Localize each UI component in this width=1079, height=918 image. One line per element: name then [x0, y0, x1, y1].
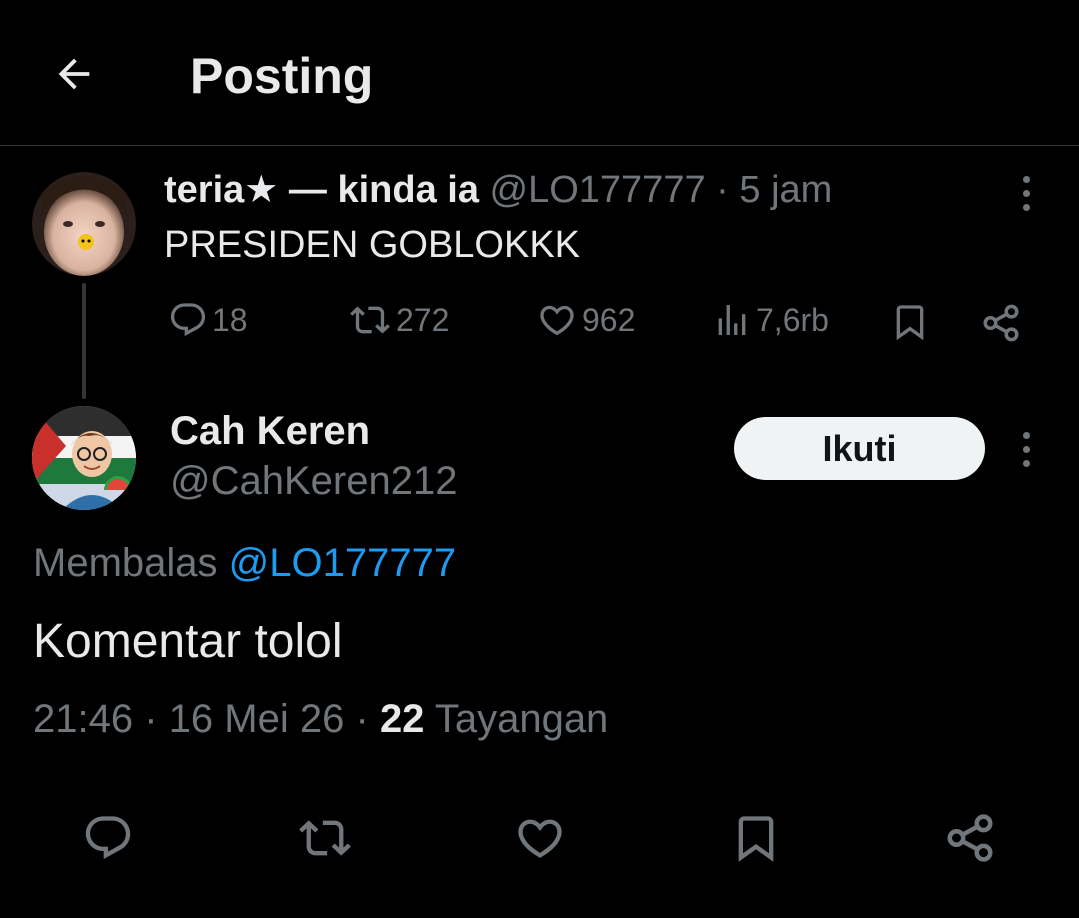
reply-post-meta: 21:46 · 16 Mei 26 · 22 Tayangan [33, 694, 608, 744]
parent-views-button[interactable]: 7,6rb [712, 300, 829, 340]
parent-timestamp[interactable]: 5 jam [739, 169, 832, 211]
top-bar: Posting [0, 0, 1079, 146]
heart-icon [518, 819, 562, 858]
more-icon [1022, 175, 1030, 183]
reply-post-text: Komentar tolol [33, 615, 343, 668]
follow-button[interactable]: Ikuti [734, 417, 985, 480]
bookmark-icon [896, 305, 924, 341]
reply-time[interactable]: 21:46 [33, 697, 133, 741]
reply-share-button[interactable] [942, 810, 998, 866]
avatar-photo [32, 172, 136, 276]
avatar-illustration [32, 406, 136, 510]
parent-avatar[interactable] [32, 172, 136, 276]
repost-icon [299, 820, 351, 856]
parent-like-button[interactable]: 962 [536, 300, 635, 340]
reply-views-label[interactable]: Tayangan [435, 697, 608, 741]
repost-count: 272 [396, 301, 450, 338]
parent-display-name[interactable]: teria★ — kinda ia [164, 169, 479, 211]
back-button[interactable] [46, 46, 102, 102]
parent-reply-button[interactable]: 18 [168, 300, 248, 340]
bookmark-icon [738, 816, 774, 862]
reply-display-name[interactable]: Cah Keren [170, 406, 370, 456]
reply-views-count[interactable]: 22 [380, 697, 425, 741]
replying-to: Membalas @LO177777 [33, 538, 456, 588]
reply-count: 18 [212, 301, 248, 338]
meta-separator: · [144, 697, 158, 741]
arrow-left-icon [58, 58, 90, 90]
like-count: 962 [582, 301, 636, 338]
repost-icon [350, 306, 390, 334]
meta-separator: · [355, 697, 369, 741]
views-count: 7,6rb [756, 301, 829, 338]
reply-repost-button[interactable] [297, 810, 353, 866]
parent-repost-button[interactable]: 272 [348, 300, 449, 340]
parent-post-header: teria★ — kinda ia @LO177777 · 5 jam [164, 166, 832, 214]
reply-bookmark-button[interactable] [728, 810, 784, 866]
reply-icon [170, 303, 206, 337]
reply-like-button[interactable] [512, 810, 568, 866]
analytics-icon [718, 305, 746, 335]
reply-handle[interactable]: @CahKeren212 [170, 456, 457, 506]
share-icon [983, 304, 1019, 342]
reply-icon [85, 816, 131, 860]
reply-reply-button[interactable] [80, 810, 136, 866]
heart-icon [540, 305, 574, 336]
parent-more-button[interactable] [1011, 168, 1041, 218]
parent-bookmark-button[interactable] [890, 302, 930, 342]
thread-connector-line [82, 283, 86, 399]
share-icon [947, 814, 993, 862]
parent-share-button[interactable] [980, 302, 1022, 344]
reply-avatar[interactable] [32, 406, 136, 510]
page-title: Posting [190, 48, 374, 104]
parent-post-text: PRESIDEN GOBLOKKK [164, 224, 581, 266]
meta-separator: · [716, 169, 729, 211]
replying-to-label: Membalas [33, 541, 218, 585]
more-icon [1022, 431, 1030, 439]
replying-to-mention[interactable]: @LO177777 [229, 541, 456, 585]
reply-date[interactable]: 16 Mei 26 [169, 697, 345, 741]
parent-handle[interactable]: @LO177777 [490, 169, 706, 211]
reply-more-button[interactable] [1011, 424, 1041, 474]
